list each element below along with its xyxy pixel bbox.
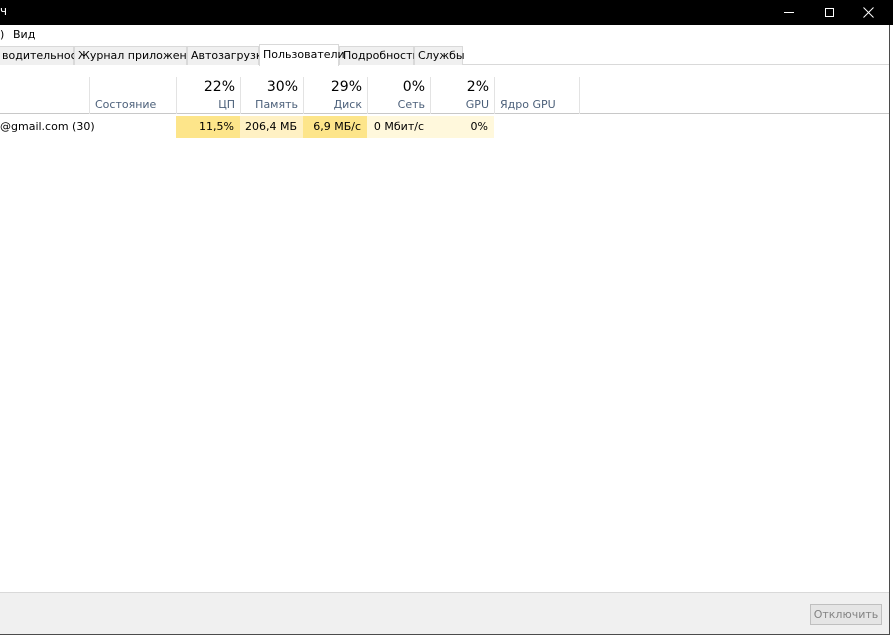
column-label-memory: Память [255,98,298,111]
column-label-gpu: GPU [465,98,489,111]
column-label-cpu: ЦП [218,98,235,111]
disconnect-button[interactable]: Отключить [810,604,882,625]
footer-bar: Отключить [0,592,889,634]
window-title: ч [0,4,8,18]
tab-users[interactable]: Пользователи [259,44,345,66]
tab-details[interactable]: Подробности [339,46,420,65]
window-border [889,25,890,635]
column-header-memory[interactable]: 30% Память [240,77,303,114]
column-header-gpu[interactable]: 2% GPU [430,77,494,114]
tab-startup[interactable]: Автозагрузка [187,46,269,65]
close-icon [862,7,874,18]
network-total-percent: 0% [402,79,425,95]
column-header-disk[interactable]: 29% Диск [303,77,367,114]
column-header-status[interactable]: Состояние [89,77,176,114]
column-label-gpu-engine: Ядро GPU [500,98,556,111]
column-header-row: Состояние 22% ЦП 30% Память 29% Диск 0% … [0,77,889,114]
tab-app-history[interactable]: Журнал приложений [74,46,201,65]
close-button[interactable] [851,0,885,25]
menu-bar: ) Вид [0,25,889,44]
menu-item-partial[interactable]: ) [0,28,4,41]
gpu-total-percent: 2% [466,79,489,95]
memory-cell: 206,4 МБ [240,116,303,138]
memory-total-percent: 30% [266,79,298,95]
cpu-cell: 11,5% [176,116,240,138]
minimize-icon [784,12,794,13]
maximize-button[interactable] [812,0,846,25]
title-bar: ч [0,0,893,25]
minimize-button[interactable] [772,0,806,25]
menu-item-view[interactable]: Вид [13,28,35,41]
column-label-network: Сеть [397,98,425,111]
column-header-gpu-engine[interactable]: Ядро GPU [494,77,580,114]
table-row[interactable]: @gmail.com (30) 11,5% 206,4 МБ 6,9 МБ/с … [0,116,889,138]
column-header-network[interactable]: 0% Сеть [367,77,430,114]
column-label-status: Состояние [95,98,157,111]
maximize-icon [824,8,834,17]
cpu-total-percent: 22% [203,79,235,95]
disk-cell: 6,9 МБ/с [303,116,367,138]
tab-performance[interactable]: водительность [0,46,90,65]
disk-total-percent: 29% [330,79,362,95]
tab-strip: водительность Журнал приложений Автозагр… [0,44,889,66]
gpu-cell: 0% [430,116,494,138]
network-cell: 0 Мбит/с [367,116,430,138]
tab-services[interactable]: Службы [414,46,465,65]
column-label-disk: Диск [333,98,362,111]
column-header-cpu[interactable]: 22% ЦП [176,77,240,114]
window-border-bottom [0,634,890,635]
user-name-cell: @gmail.com (30) [0,120,95,133]
